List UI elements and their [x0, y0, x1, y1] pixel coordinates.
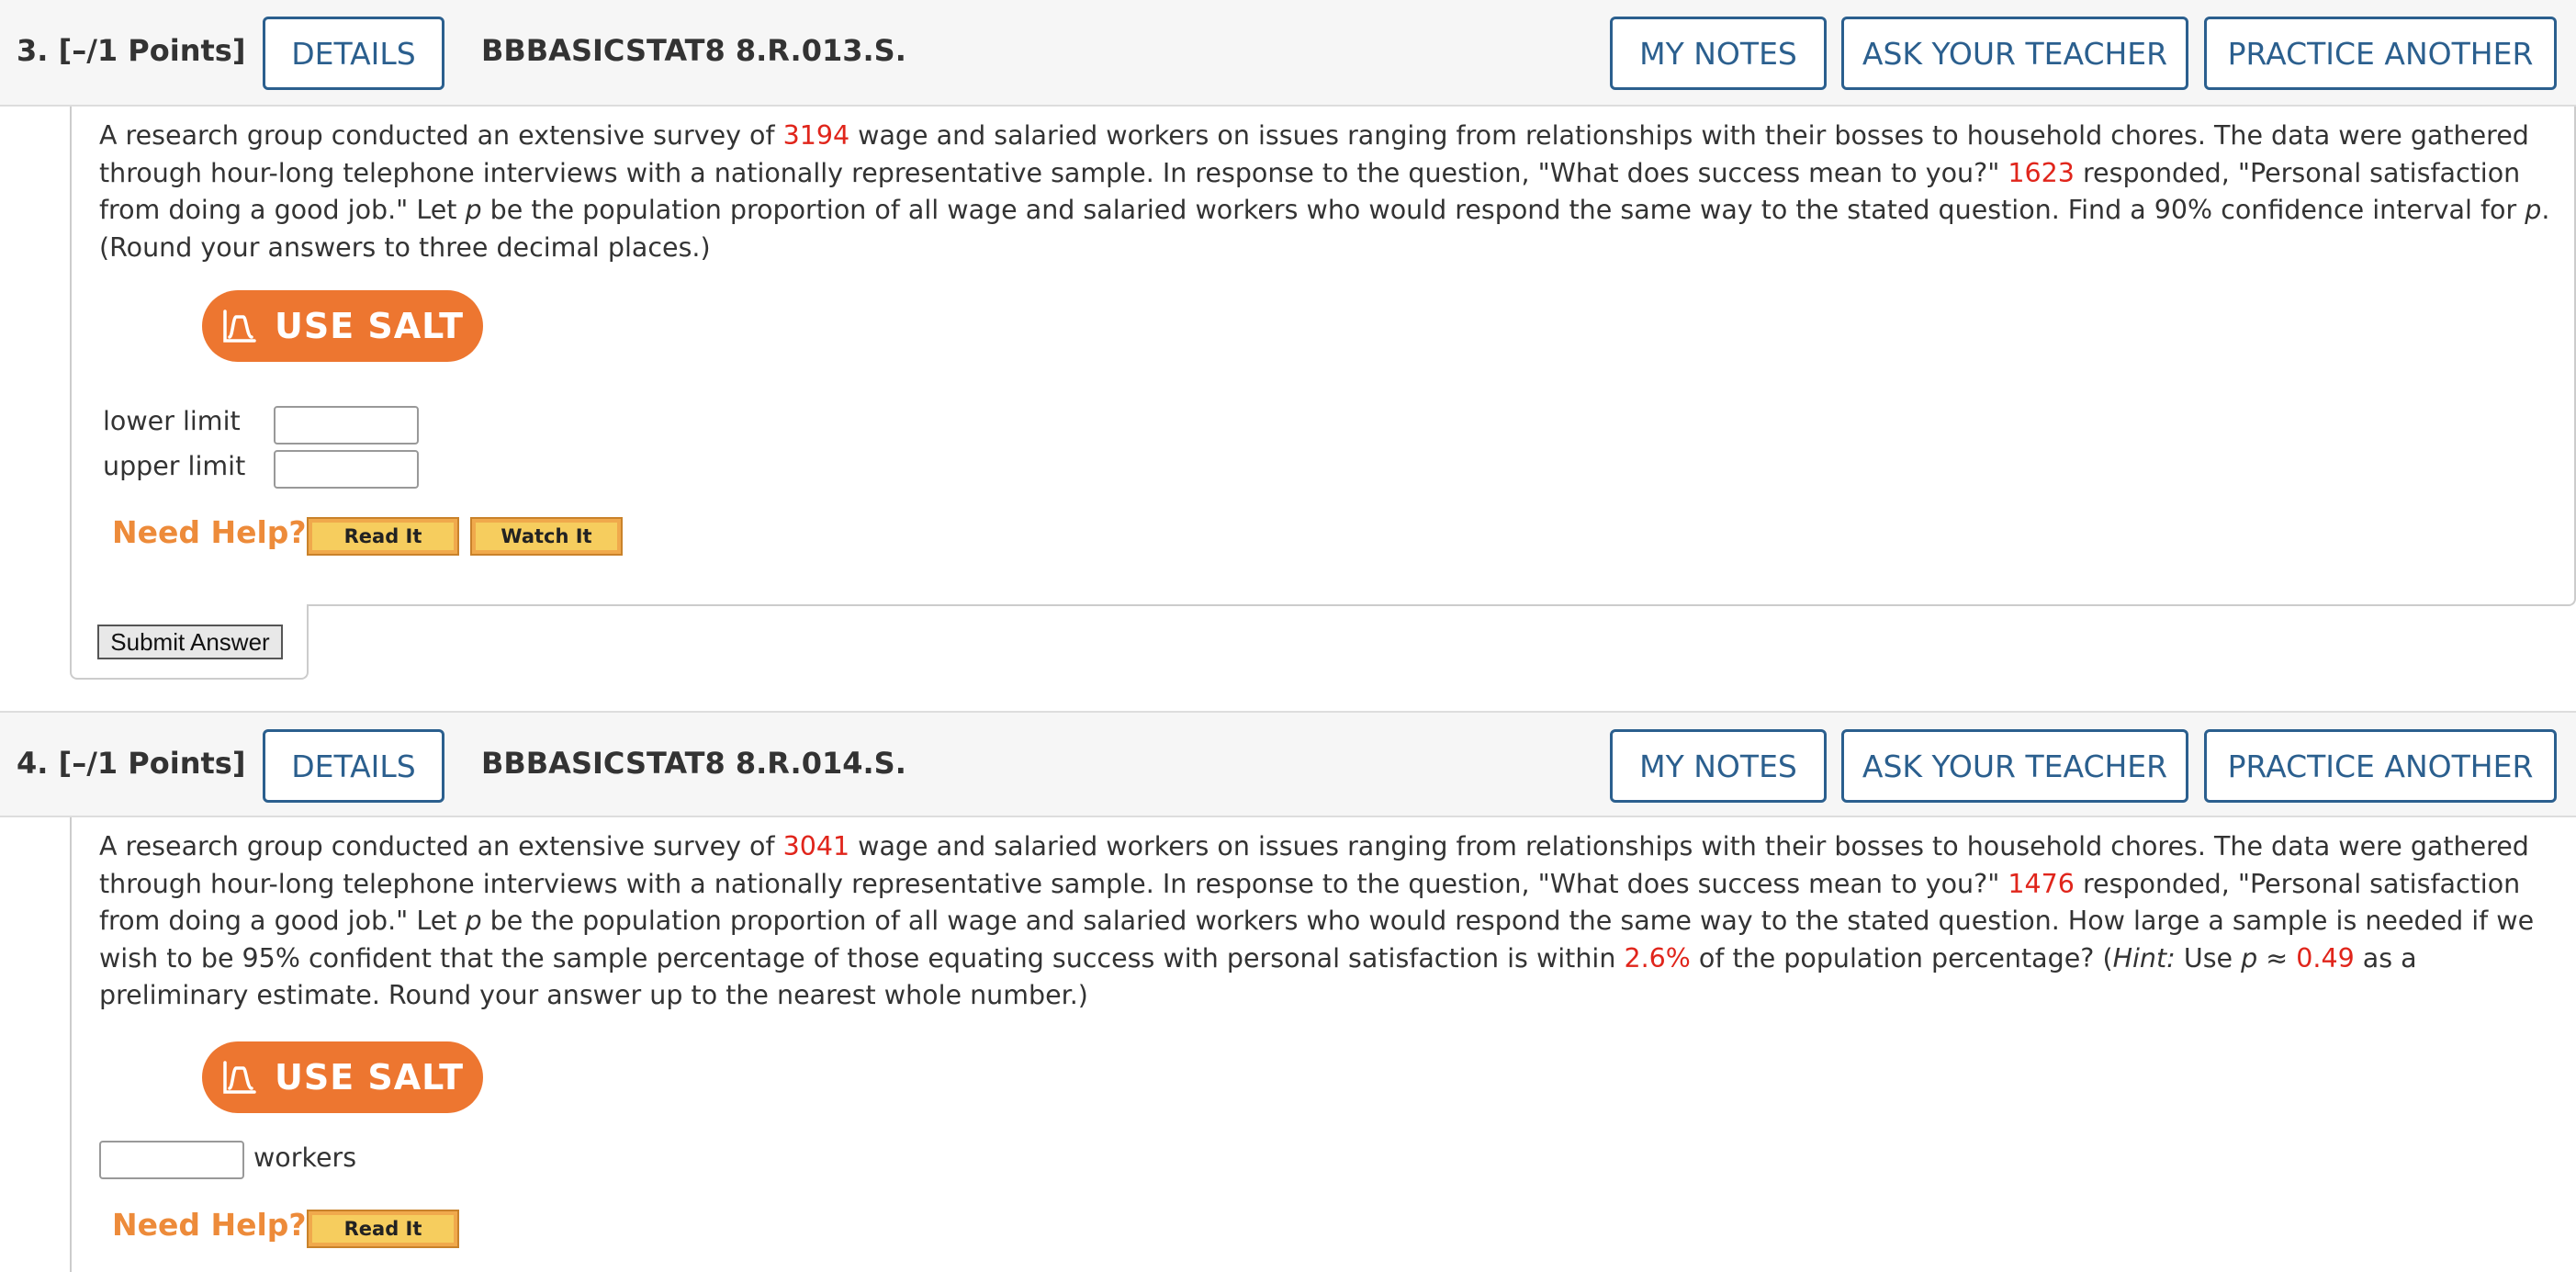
- ask-your-teacher-button[interactable]: ASK YOUR TEACHER: [1841, 729, 2188, 803]
- total-workers-value: 3194: [782, 120, 850, 151]
- webassign-page: 3. [–/1 Points] DETAILS BBBASICSTAT8 8.R…: [0, 0, 2576, 1272]
- read-it-button[interactable]: Read It: [307, 1210, 459, 1248]
- use-salt-button[interactable]: USE SALT: [202, 290, 483, 362]
- question-4-number: 4. [–/1 Points]: [17, 746, 246, 781]
- my-notes-button[interactable]: MY NOTES: [1610, 17, 1827, 90]
- question-3-text: A research group conducted an extensive …: [99, 118, 2570, 266]
- use-salt-label: USE SALT: [274, 1057, 465, 1098]
- variable-p: p: [465, 906, 482, 936]
- question-3-number: 3. [–/1 Points]: [17, 33, 246, 68]
- variable-p: p: [2525, 195, 2542, 225]
- text-segment: be the population proportion of all wage…: [481, 195, 2525, 225]
- variable-p: p: [465, 195, 482, 225]
- question-3-code: BBBASICSTAT8 8.R.013.S.: [481, 33, 906, 68]
- upper-limit-input[interactable]: [274, 450, 419, 489]
- use-salt-button[interactable]: USE SALT: [202, 1041, 483, 1113]
- text-segment: A research group conducted an extensive …: [99, 831, 783, 861]
- need-help-label: Need Help?: [112, 514, 307, 550]
- my-notes-button[interactable]: MY NOTES: [1610, 729, 1827, 803]
- details-button[interactable]: DETAILS: [263, 729, 444, 803]
- details-button[interactable]: DETAILS: [263, 17, 444, 90]
- ask-your-teacher-button[interactable]: ASK YOUR TEACHER: [1841, 17, 2188, 90]
- lower-limit-label: lower limit: [103, 406, 241, 436]
- responded-count-value: 1476: [2008, 868, 2075, 899]
- workers-label: workers: [253, 1143, 357, 1173]
- submit-answer-tab: Submit Answer: [70, 604, 309, 680]
- margin-of-error-value: 2.6%: [1624, 942, 1691, 974]
- need-help-label: Need Help?: [112, 1207, 307, 1243]
- watch-it-button[interactable]: Watch It: [470, 517, 623, 556]
- salt-chart-icon: [223, 1061, 256, 1094]
- question-3-header: 3. [–/1 Points] DETAILS BBBASICSTAT8 8.R…: [0, 0, 2576, 107]
- question-4-header: 4. [–/1 Points] DETAILS BBBASICSTAT8 8.R…: [0, 711, 2576, 817]
- text-segment: Use: [2175, 942, 2242, 974]
- hint-label: Hint:: [2112, 942, 2176, 974]
- responded-count-value: 1623: [2008, 157, 2075, 188]
- text-segment: A research group conducted an extensive …: [99, 120, 783, 151]
- variable-p: p: [2241, 942, 2258, 974]
- read-it-button[interactable]: Read It: [307, 517, 459, 556]
- question-4-body: A research group conducted an extensive …: [70, 817, 2576, 1272]
- question-4-text: A research group conducted an extensive …: [99, 828, 2570, 1015]
- workers-input[interactable]: [99, 1141, 244, 1179]
- upper-limit-label: upper limit: [103, 451, 246, 481]
- total-workers-value: 3041: [782, 831, 850, 861]
- text-segment: ≈: [2257, 942, 2297, 974]
- salt-chart-icon: [223, 310, 256, 343]
- use-salt-label: USE SALT: [274, 306, 465, 346]
- practice-another-button[interactable]: PRACTICE ANOTHER: [2204, 729, 2557, 803]
- question-4-code: BBBASICSTAT8 8.R.014.S.: [481, 746, 906, 781]
- lower-limit-input[interactable]: [274, 406, 419, 445]
- practice-another-button[interactable]: PRACTICE ANOTHER: [2204, 17, 2557, 90]
- submit-answer-button[interactable]: Submit Answer: [97, 625, 283, 659]
- preliminary-estimate-value: 0.49: [2296, 942, 2355, 974]
- text-segment: of the population percentage? (: [1690, 942, 2113, 974]
- question-3-body: A research group conducted an extensive …: [70, 107, 2576, 606]
